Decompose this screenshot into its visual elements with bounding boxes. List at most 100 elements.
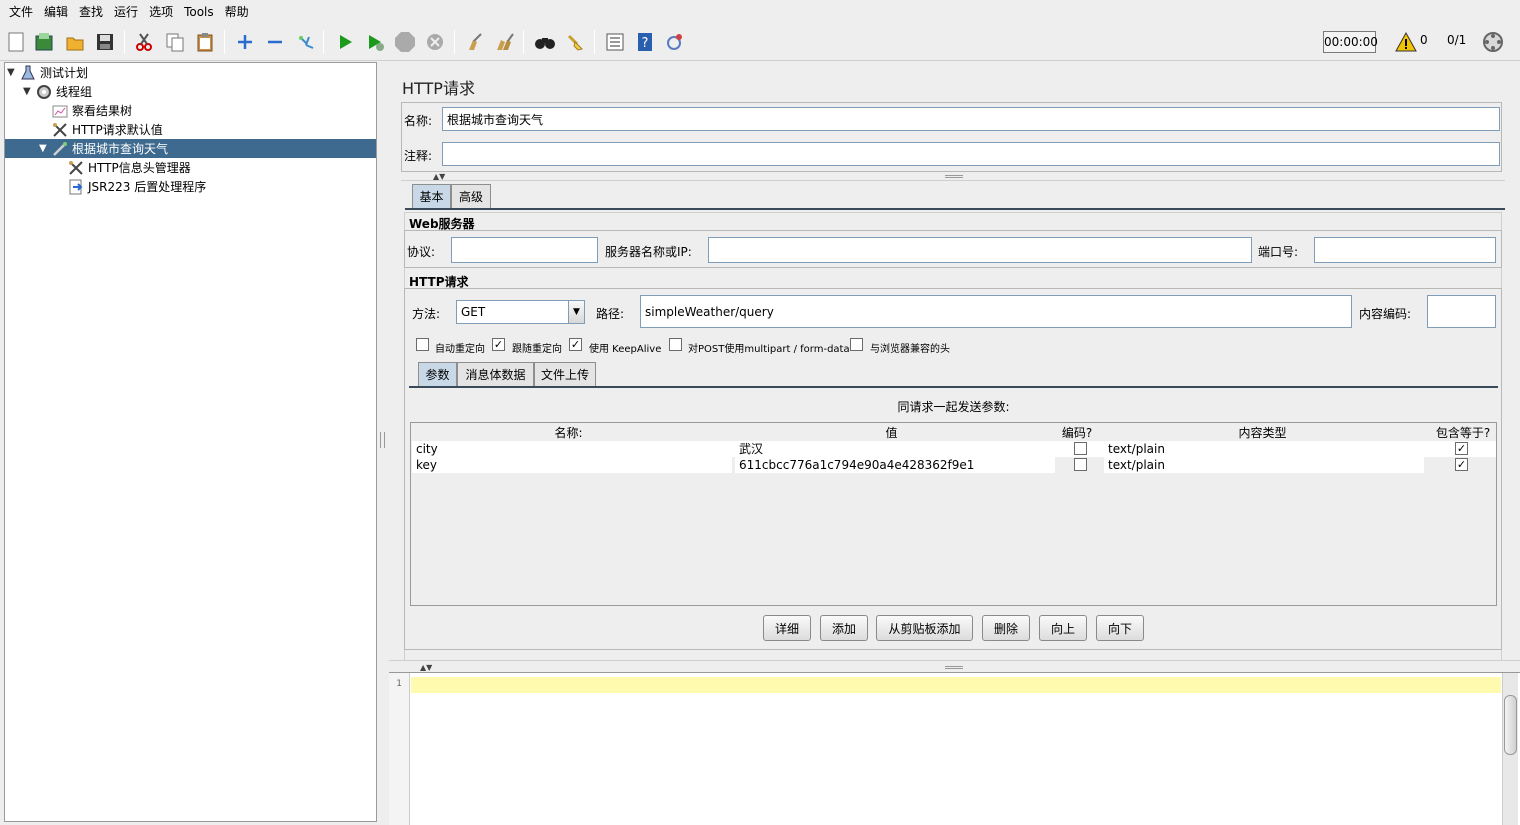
protocol-field[interactable] [451, 237, 598, 263]
tab-parameters[interactable]: 参数 [418, 362, 457, 386]
tree-item-http-defaults[interactable]: HTTP请求默认值 [51, 120, 375, 139]
expanded-icon[interactable]: ▼ [7, 67, 19, 78]
content-type-cell[interactable]: text/plain [1104, 457, 1424, 473]
test-plan-icon [19, 65, 37, 81]
params-caption: 同请求一起发送参数: [897, 400, 1010, 414]
encode-checkbox[interactable] [1074, 442, 1087, 455]
toggle-icon[interactable] [295, 30, 319, 54]
param-value-cell[interactable]: 武汉 [735, 441, 1055, 457]
move-down-button[interactable]: 向下 [1096, 615, 1144, 641]
save-icon[interactable] [93, 30, 117, 54]
collapse-arrows[interactable]: ▲▼ [420, 663, 432, 672]
add-from-clipboard-button[interactable]: 从剪贴板添加 [876, 615, 973, 641]
menu-tools[interactable]: Tools [179, 0, 220, 24]
col-header-encode[interactable]: 编码? [1057, 424, 1097, 440]
scrollbar-thumb[interactable] [1504, 695, 1517, 755]
open-icon[interactable] [63, 30, 87, 54]
content-type-cell[interactable]: text/plain [1104, 441, 1424, 457]
test-plan-tree[interactable]: ▼ 测试计划 ▼ 线程组 察看结果树 HTTP请求默认值 ▼ 根据城市查询天气 … [4, 62, 377, 822]
vertical-splitter[interactable] [378, 62, 388, 825]
tree-item-http-request[interactable]: ▼ 根据城市查询天气 [5, 139, 376, 158]
tab-basic[interactable]: 基本 [412, 184, 451, 208]
param-name-cell[interactable]: city [412, 441, 732, 457]
col-header-name[interactable]: 名称: [411, 424, 726, 440]
table-row[interactable]: key 611cbcc776a1c794e90a4e428362f9e1 tex… [412, 457, 1496, 473]
clear-all-icon[interactable] [493, 30, 517, 54]
paste-icon[interactable] [193, 30, 217, 54]
copy-icon[interactable] [163, 30, 187, 54]
param-value-cell[interactable]: 611cbcc776a1c794e90a4e428362f9e1 [735, 457, 1055, 473]
tree-item-header-manager[interactable]: HTTP信息头管理器 [67, 158, 375, 177]
tab-advanced[interactable]: 高级 [451, 184, 491, 208]
shutdown-icon[interactable] [423, 30, 447, 54]
cut-icon[interactable] [132, 30, 156, 54]
warning-icon[interactable] [1394, 30, 1418, 54]
follow-redirect-checkbox[interactable]: ✓ [492, 338, 505, 351]
menu-file[interactable]: 文件 [4, 0, 39, 24]
horizontal-splitter[interactable]: ▲▼ [389, 660, 1520, 672]
templates-icon[interactable] [32, 30, 56, 54]
script-editor[interactable]: 1 [389, 672, 1520, 825]
keepalive-label: 使用 KeepAlive [589, 344, 662, 355]
chevron-down-icon[interactable]: ▼ [568, 300, 585, 324]
port-field[interactable] [1314, 237, 1496, 263]
menu-options[interactable]: 选项 [144, 0, 179, 24]
status-icon [1481, 30, 1505, 54]
encoding-field[interactable] [1427, 295, 1496, 328]
menu-search[interactable]: 查找 [74, 0, 109, 24]
col-header-include-equals[interactable]: 包含等于? [1428, 424, 1498, 440]
tree-item-test-plan[interactable]: ▼ 测试计划 [7, 63, 375, 82]
name-label: 名称: [404, 114, 433, 128]
move-up-button[interactable]: 向上 [1039, 615, 1087, 641]
keepalive-checkbox[interactable]: ✓ [569, 338, 582, 351]
browser-headers-checkbox[interactable] [850, 338, 863, 351]
comment-field[interactable] [442, 142, 1500, 166]
tab-file-upload[interactable]: 文件上传 [534, 362, 596, 386]
include-equals-checkbox[interactable]: ✓ [1455, 458, 1468, 471]
start-icon[interactable] [333, 30, 357, 54]
expand-icon[interactable] [233, 30, 257, 54]
menu-help[interactable]: 帮助 [220, 0, 255, 24]
warning-count: 0 [1420, 33, 1428, 47]
table-row[interactable]: city 武汉 text/plain ✓ [412, 441, 1496, 457]
expanded-icon[interactable]: ▼ [39, 143, 51, 154]
method-select[interactable]: GET [456, 300, 585, 324]
collapse-icon[interactable] [263, 30, 287, 54]
tab-body-data[interactable]: 消息体数据 [457, 362, 534, 386]
search-icon[interactable] [533, 30, 557, 54]
reset-search-icon[interactable] [563, 30, 587, 54]
name-field[interactable]: 根据城市查询天气 [442, 107, 1500, 131]
detail-button[interactable]: 详细 [763, 615, 811, 641]
tree-item-results-tree[interactable]: 察看结果树 [51, 101, 375, 120]
server-field[interactable] [708, 237, 1252, 263]
params-table[interactable]: 名称: 值 编码? 内容类型 包含等于? city 武汉 text/plain … [410, 422, 1497, 606]
col-header-content-type[interactable]: 内容类型 [1097, 424, 1428, 440]
path-field[interactable]: simpleWeather/query [640, 295, 1352, 328]
clear-icon[interactable] [463, 30, 487, 54]
expanded-icon[interactable]: ▼ [23, 86, 35, 97]
remote-icon[interactable] [663, 30, 687, 54]
include-equals-checkbox[interactable]: ✓ [1455, 442, 1468, 455]
auto-redirect-checkbox[interactable] [416, 338, 429, 351]
help-icon[interactable]: ? [633, 30, 657, 54]
col-header-value[interactable]: 值 [726, 424, 1057, 440]
tree-item-jsr223-postprocessor[interactable]: JSR223 后置处理程序 [67, 177, 375, 196]
page-title: HTTP请求 [402, 79, 475, 98]
menu-edit[interactable]: 编辑 [39, 0, 74, 24]
multipart-checkbox[interactable] [669, 338, 682, 351]
encode-checkbox[interactable] [1074, 458, 1087, 471]
editor-scrollbar[interactable] [1502, 673, 1518, 825]
new-icon[interactable] [4, 30, 28, 54]
port-label: 端口号: [1258, 245, 1299, 259]
delete-button[interactable]: 删除 [982, 615, 1030, 641]
start-no-pause-icon[interactable] [363, 30, 387, 54]
function-helper-icon[interactable] [603, 30, 627, 54]
stop-icon[interactable] [393, 30, 417, 54]
horizontal-grip[interactable] [945, 175, 963, 178]
add-button[interactable]: 添加 [820, 615, 868, 641]
tree-item-thread-group[interactable]: ▼ 线程组 [23, 82, 375, 101]
protocol-label: 协议: [407, 245, 436, 259]
menu-run[interactable]: 运行 [109, 0, 144, 24]
param-name-cell[interactable]: key [412, 457, 732, 473]
method-value: GET [461, 305, 486, 319]
